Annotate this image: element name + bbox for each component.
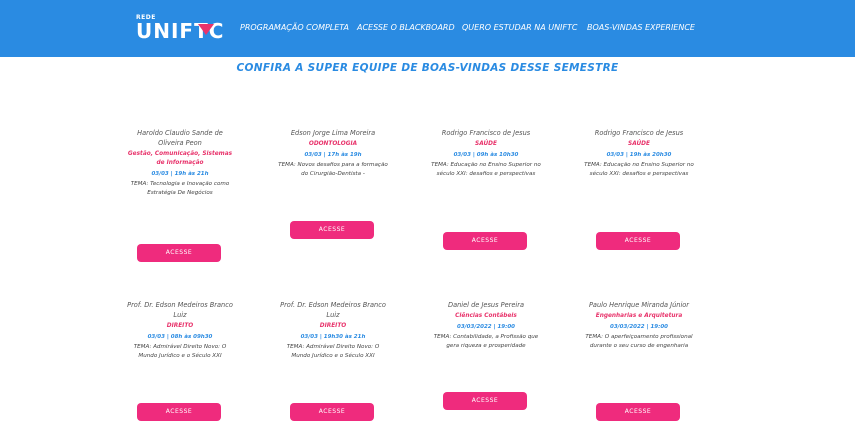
speaker-name: Rodrigo Francisco de Jesus [594, 129, 684, 137]
session-topic: TEMA: Admirável Direito Novo: O Mundo Ju… [133, 344, 227, 359]
session-time: 03/03 | 17h às 19h [304, 152, 362, 158]
session-topic: TEMA: Novos desafios para a formação do … [278, 162, 388, 177]
speaker-name: Edson Jorge Lima Moreira [290, 129, 376, 137]
uniftc-logo[interactable]: REDE UNIFTC [136, 14, 226, 46]
speaker-area: SAÚDE [475, 141, 497, 147]
session-topic: TEMA: Educação no Ensino Superior no séc… [584, 162, 694, 177]
speaker-area: DIREITO [166, 323, 194, 329]
acesse-button[interactable]: ACESSE [443, 392, 527, 410]
session-time: 03/03/2022 | 19:00 [610, 324, 668, 330]
speaker-card: Paulo Henrique Miranda Júnior Engenharia… [583, 300, 695, 351]
acesse-button[interactable]: ACESSE [443, 232, 527, 250]
nav-programacao-completa[interactable]: PROGRAMAÇÃO COMPLETA [240, 23, 349, 32]
session-time: 03/03 | 08h às 09h30 [147, 334, 213, 340]
speaker-name: Rodrigo Francisco de Jesus [441, 129, 531, 137]
session-time: 03/03 | 09h às 10h30 [453, 152, 519, 158]
page-headline: CONFIRA A SUPER EQUIPE DE BOAS-VINDAS DE… [236, 62, 619, 74]
speaker-area: Engenharias e Arquitetura [595, 313, 683, 319]
session-time: 03/03/2022 | 19:00 [457, 324, 515, 330]
speaker-name: Prof. Dr. Edson Medeiros Branco Luiz [127, 301, 233, 319]
acesse-button[interactable]: ACESSE [290, 403, 374, 421]
speaker-area: DIREITO [319, 323, 347, 329]
speaker-area: ODONTOLOGIA [308, 141, 358, 147]
session-topic: TEMA: Educação no Ensino Superior no séc… [431, 162, 541, 177]
speaker-card: Edson Jorge Lima Moreira ODONTOLOGIA 03/… [277, 128, 389, 179]
speaker-card: Daniel de Jesus Pereira Ciências Contábe… [430, 300, 542, 351]
session-time: 03/03 | 19h30 às 21h [300, 334, 366, 340]
top-navigation-bar: REDE UNIFTC PROGRAMAÇÃO COMPLETA ACESSE … [0, 0, 855, 57]
speaker-card: Prof. Dr. Edson Medeiros Branco Luiz DIR… [277, 300, 389, 361]
speaker-area: Ciências Contábeis [455, 313, 517, 319]
session-time: 03/03 | 19h às 21h [151, 171, 209, 177]
speaker-name: Paulo Henrique Miranda Júnior [588, 301, 690, 309]
session-topic: TEMA: Tecnologia e Inovação como Estraté… [130, 181, 230, 196]
speaker-card: Haroldo Claudio Sande de Oliveira Peon G… [124, 128, 236, 198]
acesse-button[interactable]: ACESSE [596, 403, 680, 421]
acesse-button[interactable]: ACESSE [290, 221, 374, 239]
acesse-button[interactable]: ACESSE [596, 232, 680, 250]
session-time: 03/03 | 19h às 20h30 [606, 152, 672, 158]
acesse-button[interactable]: ACESSE [137, 403, 221, 421]
logo-triangle-icon [198, 24, 214, 35]
nav-boas-vindas-experience[interactable]: BOAS-VINDAS EXPERIENCE [587, 23, 695, 32]
acesse-button[interactable]: ACESSE [137, 244, 221, 262]
session-topic: TEMA: Admirável Direito Novo: O Mundo Ju… [286, 344, 380, 359]
speaker-card: Rodrigo Francisco de Jesus SAÚDE 03/03 |… [583, 128, 695, 179]
session-topic: TEMA: O aperfeiçoamento profissional dur… [585, 334, 693, 349]
speaker-card: Rodrigo Francisco de Jesus SAÚDE 03/03 |… [430, 128, 542, 179]
speaker-name: Haroldo Claudio Sande de Oliveira Peon [137, 129, 223, 147]
nav-quero-estudar[interactable]: QUERO ESTUDAR NA UNIFTC [462, 23, 578, 32]
nav-acesse-blackboard[interactable]: ACESSE O BLACKBOARD [357, 23, 455, 32]
speaker-card: Prof. Dr. Edson Medeiros Branco Luiz DIR… [124, 300, 236, 361]
speaker-name: Prof. Dr. Edson Medeiros Branco Luiz [280, 301, 386, 319]
session-topic: TEMA: Contabilidade, a Profissão que ger… [433, 334, 539, 349]
speaker-area: Gestão, Comunicação, Sistemas de Informa… [127, 151, 233, 166]
speaker-name: Daniel de Jesus Pereira [448, 301, 524, 309]
speaker-area: SAÚDE [628, 141, 650, 147]
